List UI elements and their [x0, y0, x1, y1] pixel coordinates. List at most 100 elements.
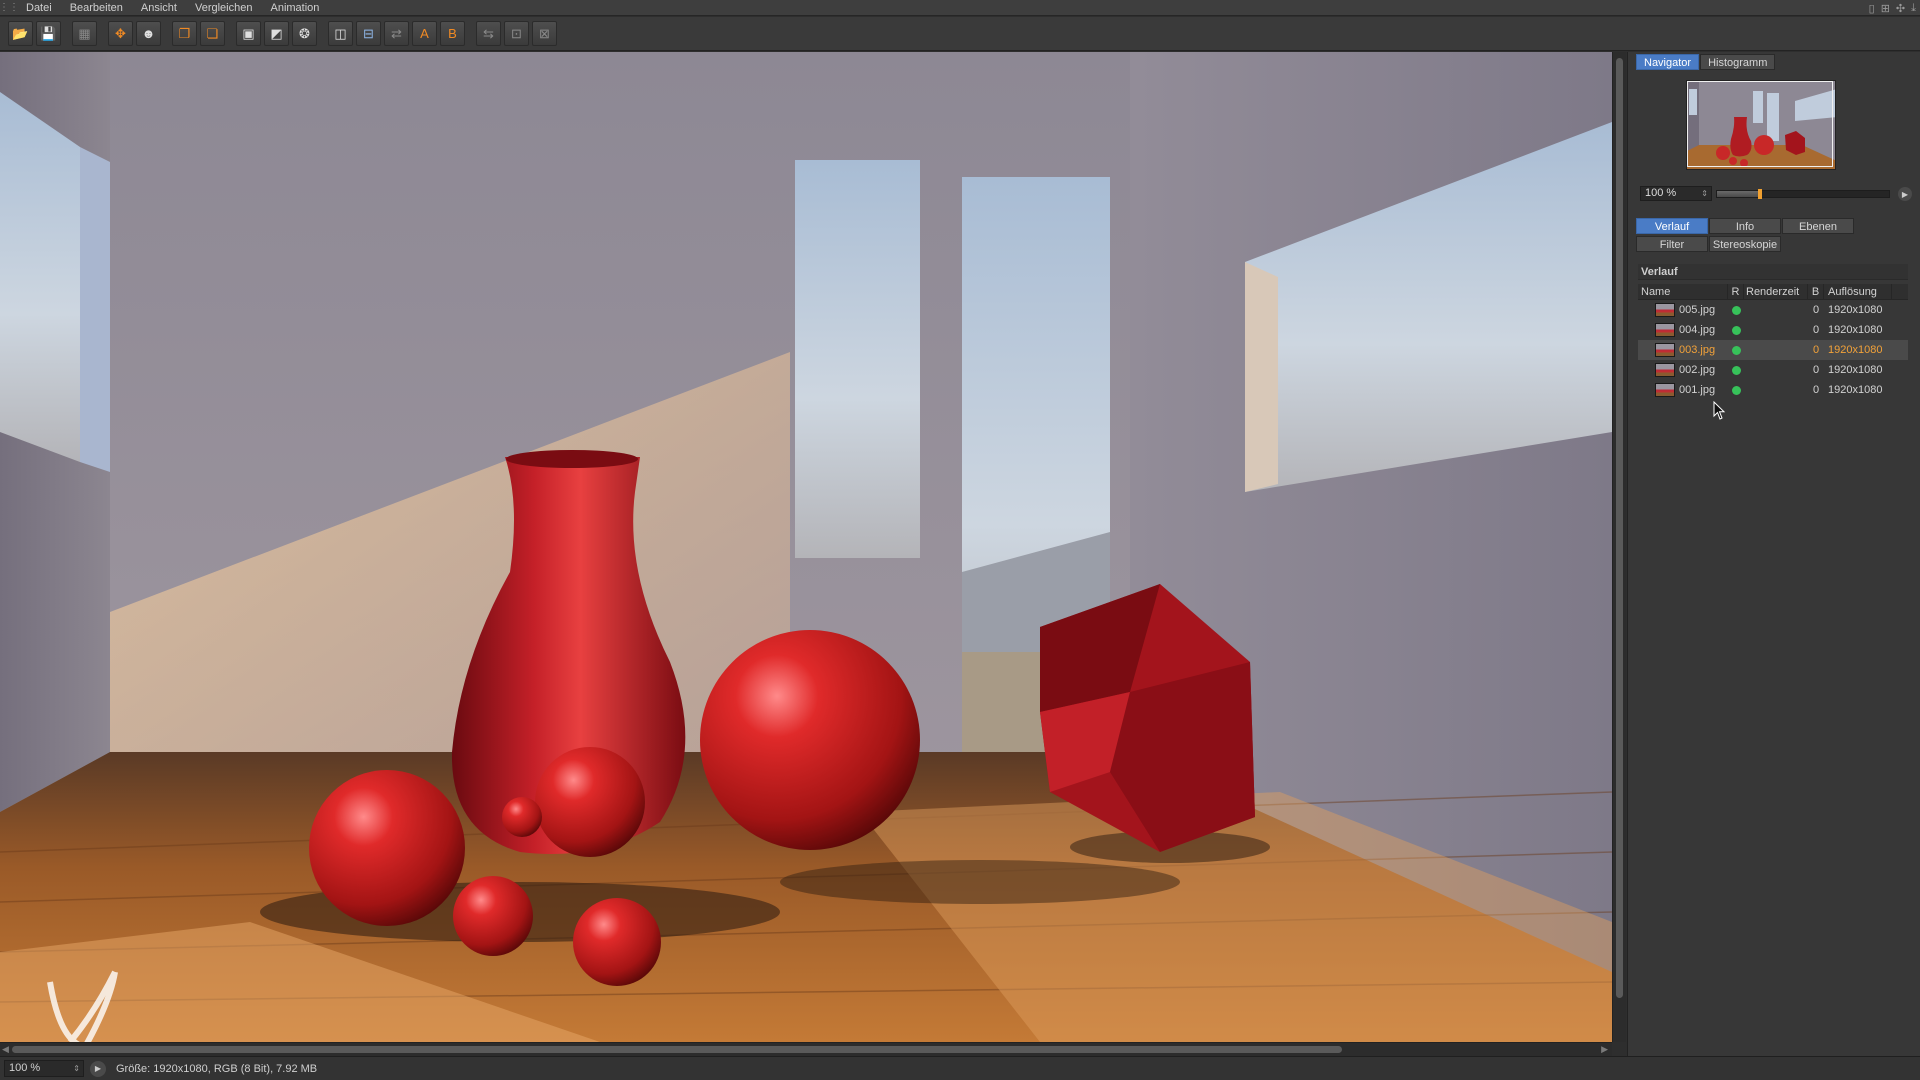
grid-layout-icon[interactable]: ⊞	[1881, 2, 1890, 15]
scroll-left-icon[interactable]: ◀	[2, 1044, 9, 1055]
open-folder-icon[interactable]: 📂	[8, 21, 33, 46]
row-name-cell: 005.jpg	[1638, 303, 1728, 317]
row-filename: 003.jpg	[1679, 344, 1716, 356]
expand-icon[interactable]: ✣	[1896, 2, 1905, 15]
zoom-field[interactable]: 100 % ⇕	[4, 1060, 84, 1077]
row-name-cell: 003.jpg	[1638, 343, 1728, 357]
compare-ab-icon[interactable]: ◫	[328, 21, 353, 46]
table-row[interactable]: 005.jpg 0 1920x1080	[1638, 300, 1908, 320]
row-status-cell	[1728, 305, 1744, 315]
col-r[interactable]: R	[1728, 283, 1744, 300]
table-row[interactable]: 003.jpg 0 1920x1080	[1638, 340, 1908, 360]
row-resolution: 1920x1080	[1828, 384, 1883, 396]
menu-vergleichen[interactable]: Vergleichen	[187, 0, 263, 16]
status-dot-icon	[1731, 345, 1741, 355]
navigator-preview[interactable]	[1686, 80, 1836, 170]
paste-icon[interactable]: ❏	[200, 21, 225, 46]
user-icon[interactable]: ☻	[136, 21, 161, 46]
grid-icon[interactable]: ▦	[72, 21, 97, 46]
tab-filter[interactable]: Filter	[1636, 236, 1708, 252]
row-name-cell: 002.jpg	[1638, 363, 1728, 377]
save-icon[interactable]: 💾	[36, 21, 61, 46]
row-filename: 001.jpg	[1679, 384, 1716, 396]
tab-histogramm[interactable]: Histogramm	[1700, 54, 1776, 70]
status-dot-icon	[1731, 385, 1741, 395]
table-header: Name R Renderzeit B Auflösung	[1638, 283, 1908, 300]
move-icon[interactable]: ✥	[108, 21, 133, 46]
menu-animation[interactable]: Animation	[262, 0, 329, 16]
image-thumbnail-icon	[1655, 343, 1675, 357]
navigator-slider-fill	[1717, 191, 1759, 197]
table-row[interactable]: 002.jpg 0 1920x1080	[1638, 360, 1908, 380]
navigator-zoom-field[interactable]: 100 % ⇕	[1640, 186, 1712, 201]
col-aufloesung[interactable]: Auflösung	[1824, 283, 1892, 300]
side-panel: Navigator Histogramm 100 % ⇕ ▶ Verlauf In…	[1627, 52, 1920, 1056]
panel-layout-icon[interactable]: ▯	[1869, 2, 1875, 15]
menubar: ⋮⋮ Datei Bearbeiten Ansicht Vergleichen …	[0, 0, 1920, 16]
render-viewport[interactable]	[0, 52, 1612, 1042]
table-row[interactable]: 004.jpg 0 1920x1080	[1638, 320, 1908, 340]
tab-info[interactable]: Info	[1709, 218, 1781, 234]
collapse-icon[interactable]: ⤓	[1911, 2, 1916, 15]
row-resolution: 1920x1080	[1828, 364, 1883, 376]
horizontal-scroll-thumb[interactable]	[12, 1046, 1342, 1053]
horizontal-scrollbar[interactable]: ◀ ▶	[0, 1042, 1612, 1056]
menu-datei[interactable]: Datei	[18, 0, 62, 16]
menu-bearbeiten[interactable]: Bearbeiten	[62, 0, 133, 16]
menu-ansicht[interactable]: Ansicht	[133, 0, 187, 16]
window-controls: ▯ ⊞ ✣ ⤓	[1869, 0, 1916, 16]
row-b-cell: 0	[1812, 384, 1820, 396]
spinner-icon[interactable]: ⇕	[73, 1061, 80, 1076]
tab-verlauf[interactable]: Verlauf	[1636, 218, 1708, 234]
history-table: Name R Renderzeit B Auflösung 005.jpg 0 19…	[1638, 283, 1908, 400]
row-b-cell: 0	[1812, 324, 1820, 336]
tab-ebenen[interactable]: Ebenen	[1782, 218, 1854, 234]
image-thumbnail-icon	[1655, 303, 1675, 317]
copy-icon[interactable]: ❐	[172, 21, 197, 46]
row-name-cell: 004.jpg	[1638, 323, 1728, 337]
row-resolution: 1920x1080	[1828, 304, 1883, 316]
col-b[interactable]: B	[1808, 283, 1824, 300]
vertical-scroll-thumb[interactable]	[1616, 58, 1623, 998]
row-b-cell: 0	[1812, 304, 1820, 316]
navigator-view-frame[interactable]	[1687, 81, 1833, 167]
status-bar: 100 % ⇕ ▶ Größe: 1920x1080, RGB (8 Bit), …	[0, 1056, 1920, 1080]
row-status-cell	[1728, 365, 1744, 375]
row-b-cell: 0	[1812, 364, 1820, 376]
render-settings-icon[interactable]: ❂	[292, 21, 317, 46]
col-name[interactable]: Name	[1638, 283, 1728, 300]
table-row[interactable]: 001.jpg 0 1920x1080	[1638, 380, 1908, 400]
navigator-zoom-slider[interactable]	[1716, 189, 1890, 199]
layout2-icon[interactable]: ⊠	[532, 21, 557, 46]
image-thumbnail-icon	[1655, 323, 1675, 337]
col-renderzeit[interactable]: Renderzeit	[1744, 283, 1808, 300]
layout-icon[interactable]: ⊡	[504, 21, 529, 46]
image-thumbnail-icon	[1655, 383, 1675, 397]
vertical-scrollbar[interactable]	[1612, 52, 1626, 1042]
tab-navigator[interactable]: Navigator	[1636, 54, 1700, 70]
image-info-text: Größe: 1920x1080, RGB (8 Bit), 7.92 MB	[116, 1062, 318, 1075]
set-a-icon[interactable]: A	[412, 21, 437, 46]
set-b-icon[interactable]: B	[440, 21, 465, 46]
row-status-cell	[1728, 325, 1744, 335]
navigator-spinner-icon[interactable]: ⇕	[1701, 187, 1708, 200]
scroll-right-icon[interactable]: ▶	[1601, 1044, 1608, 1055]
render-region-icon[interactable]: ▣	[236, 21, 261, 46]
swap-icon[interactable]: ⇆	[476, 21, 501, 46]
tab-stereoskopie[interactable]: Stereoskopie	[1709, 236, 1781, 252]
navigator-zoom-apply-icon[interactable]: ▶	[1898, 187, 1912, 201]
text-ab-icon[interactable]: ⇄	[384, 21, 409, 46]
split-view-icon[interactable]: ⊟	[356, 21, 381, 46]
row-b-cell: 0	[1812, 344, 1820, 356]
navigator-slider-knob[interactable]	[1758, 189, 1763, 199]
row-status-cell	[1728, 385, 1744, 395]
navigator-zoom-value: 100 %	[1645, 187, 1677, 199]
render-image	[0, 52, 1612, 1042]
zoom-apply-icon[interactable]: ▶	[90, 1060, 106, 1077]
status-dot-icon	[1731, 325, 1741, 335]
status-dot-icon	[1731, 365, 1741, 375]
row-status-cell	[1728, 345, 1744, 355]
toolbar: 📂 💾 ▦ ✥ ☻ ❐ ❏ ▣ ◩ ❂ ◫ ⊟ ⇄ A B ⇆ ⊡ ⊠	[0, 17, 1920, 51]
row-resolution: 1920x1080	[1828, 344, 1883, 356]
render-view-icon[interactable]: ◩	[264, 21, 289, 46]
